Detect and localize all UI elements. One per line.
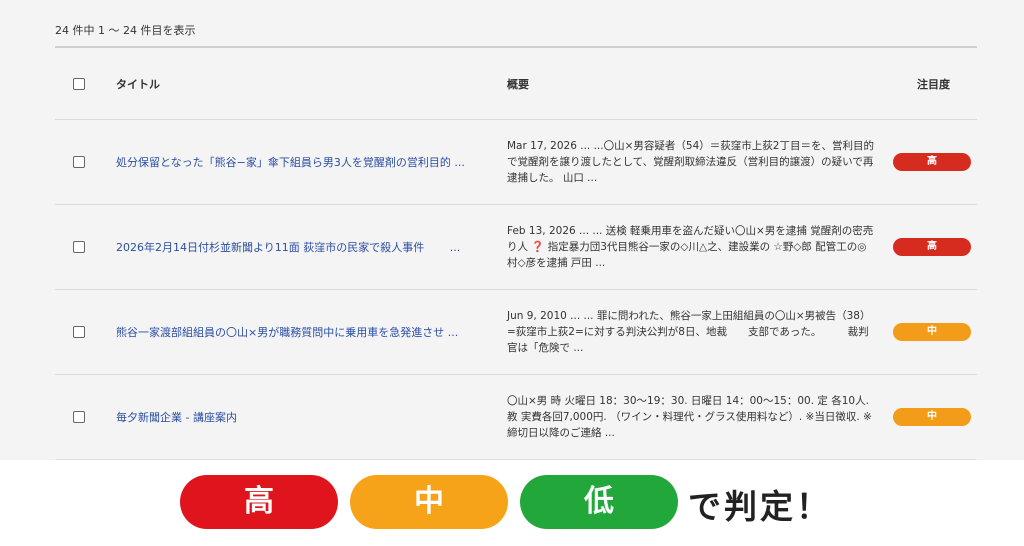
row-checkbox[interactable] xyxy=(73,411,85,423)
priority-badge-high: 高 xyxy=(893,238,971,256)
table-row: 熊谷一家渡部組組員の〇山×男が職務質問中に乗用車を急発進させ ... Jun 9… xyxy=(55,290,977,375)
result-count: 24 件中 1 〜 24 件目を表示 xyxy=(55,24,196,37)
result-summary: Mar 17, 2026 ... ...〇山×男容疑者（54）＝荻窪市上荻2丁目… xyxy=(507,140,874,184)
row-checkbox[interactable] xyxy=(73,156,85,168)
table-header-row: タイトル 概要 注目度 xyxy=(55,48,977,120)
table-row: 毎夕新聞企業 - 講座案内 〇山×男 時 火曜日 18：30〜19：30. 日曜… xyxy=(55,375,977,460)
results-table: タイトル 概要 注目度 処分保留となった「熊谷−家」傘下組員ら男3人を覚醒剤の営… xyxy=(55,46,977,460)
column-header-priority[interactable]: 注目度 xyxy=(917,76,950,92)
result-summary: Jun 9, 2010 ... ... 罪に問われた、熊谷一家上田組組員の〇山×… xyxy=(507,310,871,354)
row-checkbox[interactable] xyxy=(73,326,85,338)
priority-badge-mid: 中 xyxy=(893,323,971,341)
column-header-summary[interactable]: 概要 xyxy=(507,76,529,92)
legend-pill-mid: 中 xyxy=(350,475,508,529)
priority-badge-mid: 中 xyxy=(893,408,971,426)
result-title-link[interactable]: 熊谷一家渡部組組員の〇山×男が職務質問中に乗用車を急発進させ ... xyxy=(116,324,486,340)
priority-badge-high: 高 xyxy=(893,153,971,171)
result-title-link[interactable]: 毎夕新聞企業 - 講座案内 xyxy=(116,409,486,425)
legend-caption: で判定！ xyxy=(688,487,832,526)
search-results-panel: 24 件中 1 〜 24 件目を表示 タイトル 概要 注目度 処分保留となった「… xyxy=(0,0,1024,460)
result-title-link[interactable]: 2026年2月14日付杉並新聞より11面 荻窪市の民家で殺人事件 ... xyxy=(116,239,486,255)
select-all-checkbox[interactable] xyxy=(73,77,85,90)
result-summary: 〇山×男 時 火曜日 18：30〜19：30. 日曜日 14：00〜15：00.… xyxy=(507,395,872,439)
legend-pill-low: 低 xyxy=(520,475,678,529)
row-checkbox[interactable] xyxy=(73,241,85,253)
priority-legend: 高 中 低 で判定！ xyxy=(0,460,1024,546)
table-row: 処分保留となった「熊谷−家」傘下組員ら男3人を覚醒剤の営利目的 ... Mar … xyxy=(55,120,977,205)
table-row: 2026年2月14日付杉並新聞より11面 荻窪市の民家で殺人事件 ... Feb… xyxy=(55,205,977,290)
result-summary: Feb 13, 2026 ... ... 送検 軽乗用車を盗んだ疑い〇山×男を逮… xyxy=(507,225,874,269)
legend-pill-high: 高 xyxy=(180,475,338,529)
result-title-link[interactable]: 処分保留となった「熊谷−家」傘下組員ら男3人を覚醒剤の営利目的 ... xyxy=(116,154,486,170)
column-header-title[interactable]: タイトル xyxy=(116,76,160,92)
